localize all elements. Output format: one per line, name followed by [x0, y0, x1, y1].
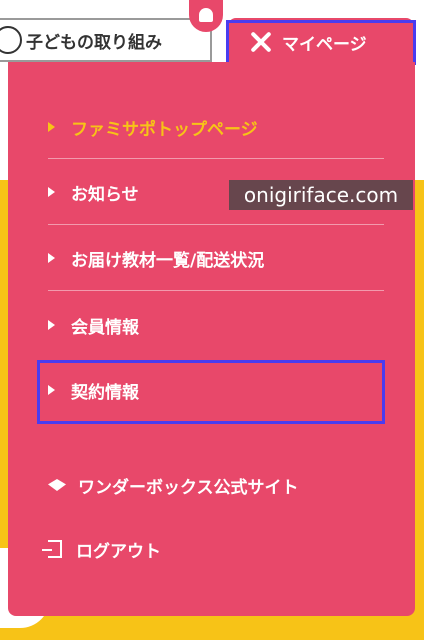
link-label: ログアウト [76, 541, 161, 562]
menu-item-label: お届け教材一覧/配送状況 [71, 250, 265, 271]
triangle-right-icon [48, 253, 55, 263]
divider [48, 290, 384, 291]
logout-icon [42, 540, 62, 558]
notification-button[interactable] [189, 0, 223, 32]
triangle-right-icon [48, 122, 55, 132]
menu-item-member-info[interactable]: 会員情報 [48, 312, 384, 338]
menu-item-label: お知らせ [71, 184, 139, 205]
kids-activity-tab-label: 子どもの取り組み [26, 32, 162, 53]
divider [48, 158, 384, 159]
watermark: onigiriface.com [229, 180, 413, 210]
menu-item-label: 会員情報 [71, 317, 139, 338]
wonderbox-official-site-link[interactable]: ワンダーボックス公式サイト [48, 472, 384, 498]
wonderbox-logo-icon [48, 479, 66, 491]
menu-item-delivery-status[interactable]: お届け教材一覧/配送状況 [48, 245, 384, 271]
header: 子どもの取り組み マイページ [0, 0, 424, 66]
mypage-highlight-box [226, 20, 416, 65]
mypage-menu-panel: ファミサポトップページ お知らせ お届け教材一覧/配送状況 会員情報 契約情報 … [8, 62, 415, 616]
kids-activity-tab[interactable]: 子どもの取り組み [0, 18, 212, 62]
divider [48, 224, 384, 225]
triangle-right-icon [48, 187, 55, 197]
contract-highlight-box [37, 360, 385, 424]
triangle-right-icon [48, 320, 55, 330]
child-face-icon [0, 26, 22, 54]
logout-link[interactable]: ログアウト [42, 536, 384, 562]
link-label: ワンダーボックス公式サイト [78, 477, 299, 498]
bell-icon [199, 8, 213, 22]
menu-item-famisapo-top[interactable]: ファミサポトップページ [48, 114, 384, 140]
menu-item-label: ファミサポトップページ [71, 119, 258, 140]
